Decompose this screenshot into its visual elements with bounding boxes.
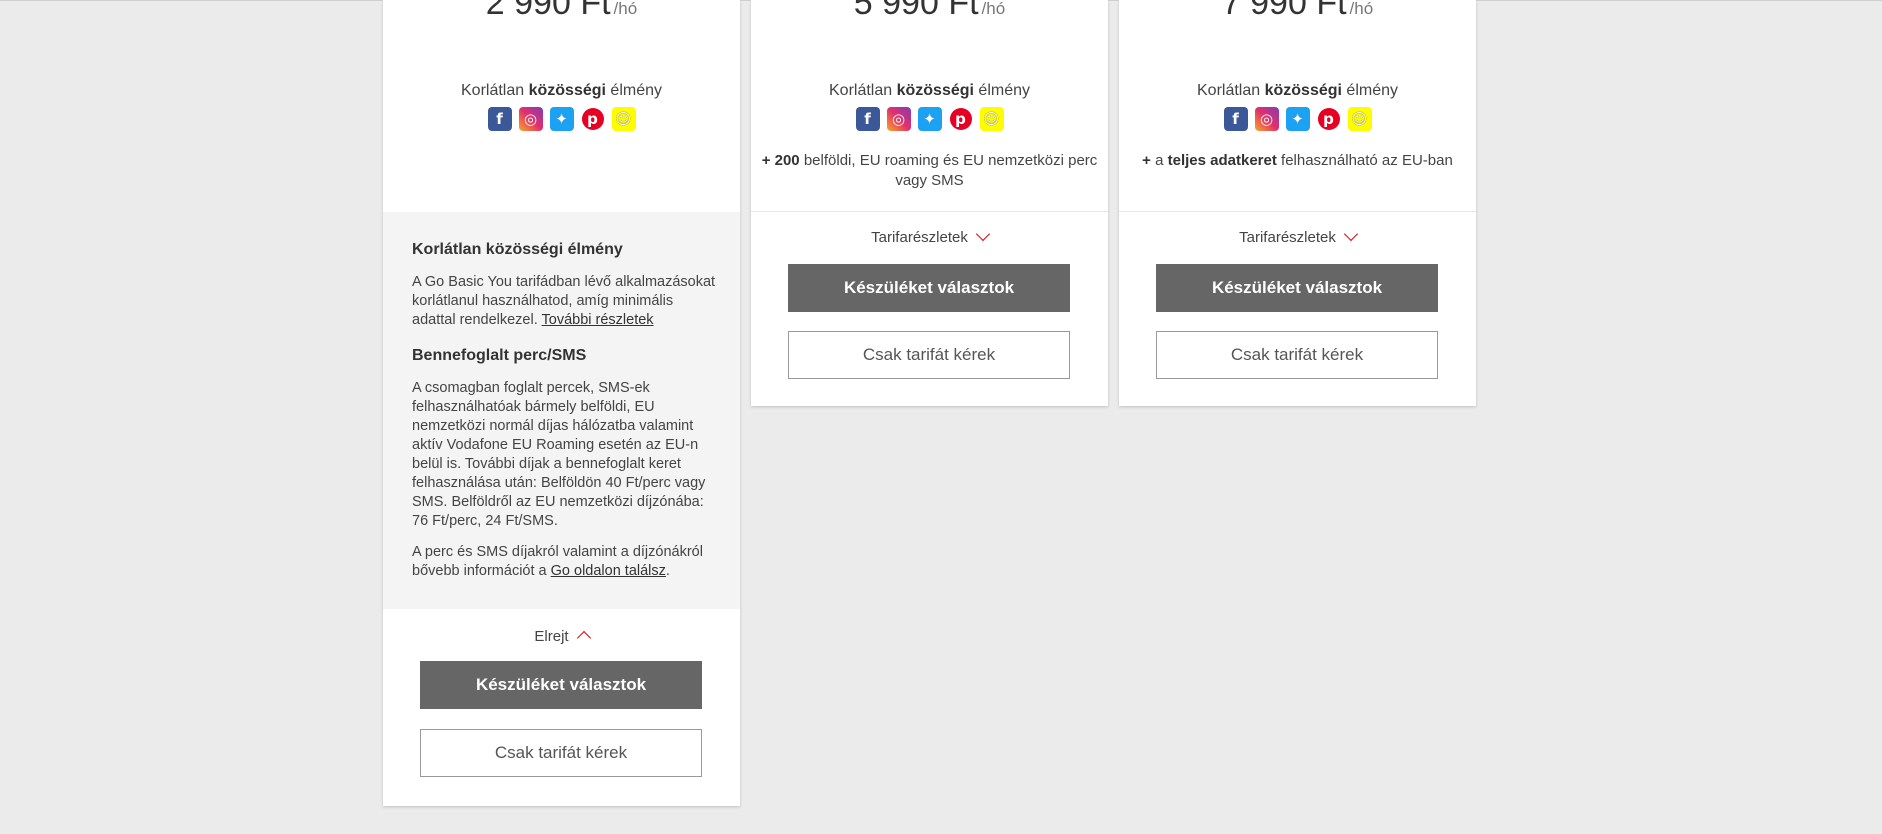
social-bold: közösségi: [528, 82, 606, 99]
instagram-icon: ◎: [1254, 107, 1279, 131]
price-value: 7 990 Ft: [1221, 0, 1347, 22]
details-title-social: Korlátlan közösségi élmény: [412, 241, 623, 258]
social-icons: f ◎ ✦ p ☺: [383, 107, 740, 131]
social-feature-text: Korlátlan közösségi élmény: [751, 82, 1108, 100]
twitter-icon: ✦: [917, 107, 942, 131]
price-value: 5 990 Ft: [853, 0, 979, 22]
social-suffix: élmény: [610, 82, 662, 99]
choose-device-button[interactable]: Készüléket választok: [1156, 264, 1438, 312]
choose-device-button[interactable]: Készüléket választok: [420, 661, 702, 709]
tariff-details-toggle[interactable]: Tarifarészletek: [751, 226, 1108, 246]
social-bold: közösségi: [896, 82, 974, 99]
divider: [751, 211, 1108, 212]
extra-body: belföldi, EU roaming és EU nemzetközi pe…: [803, 152, 1098, 189]
social-prefix: Korlátlan: [829, 82, 893, 99]
snapchat-icon: ☺: [1347, 107, 1372, 131]
chevron-up-icon: [576, 630, 591, 646]
instagram-icon: ◎: [886, 107, 911, 131]
twitter-icon: ✦: [549, 107, 574, 131]
social-prefix: Korlátlan: [461, 82, 525, 99]
instagram-icon: ◎: [518, 107, 543, 131]
details-text-minutes: A csomagban foglalt percek, SMS-ek felha…: [412, 380, 706, 529]
extra-plus: +: [1142, 152, 1151, 169]
tariff-only-button[interactable]: Csak tarifát kérek: [420, 729, 702, 777]
divider: [1119, 211, 1476, 212]
extra-pre: a: [1155, 152, 1164, 169]
twitter-icon: ✦: [1285, 107, 1310, 131]
extra-body: felhasználható az EU-ban: [1281, 152, 1453, 169]
toggle-label: Elrejt: [534, 628, 569, 645]
snapchat-icon: ☺: [979, 107, 1004, 131]
plan-card-go-basic: 2 990 Ft/hó Korlátlan közösségi élmény f…: [383, 0, 740, 806]
details-text-social: A Go Basic You tarifádban lévő alkalmazá…: [412, 273, 717, 330]
plan-card-7990: 7 990 Ft/hó Korlátlan közösségi élmény f…: [1119, 0, 1476, 406]
pinterest-icon: p: [580, 107, 605, 131]
tariff-details-toggle[interactable]: Tarifarészletek: [1119, 226, 1476, 246]
plan-price: 5 990 Ft/hó: [751, 0, 1108, 23]
chevron-down-icon: [1343, 226, 1358, 242]
tariff-details-panel: Korlátlan közösségi élmény A Go Basic Yo…: [383, 212, 740, 609]
plan-price: 2 990 Ft/hó: [383, 0, 740, 23]
social-icons: f ◎ ✦ p ☺: [751, 107, 1108, 131]
price-value: 2 990 Ft: [485, 0, 611, 22]
choose-device-button[interactable]: Készüléket választok: [788, 264, 1070, 312]
social-suffix: élmény: [978, 82, 1030, 99]
price-unit: /hó: [1349, 0, 1374, 18]
plan-card-5990: 5 990 Ft/hó Korlátlan közösségi élmény f…: [751, 0, 1108, 406]
tariff-only-button[interactable]: Csak tarifát kérek: [1156, 331, 1438, 379]
extra-benefit-text: + 200 belföldi, EU roaming és EU nemzetk…: [761, 151, 1098, 191]
extra-benefit-text: + a teljes adatkeret felhasználható az E…: [1129, 151, 1466, 171]
pinterest-icon: p: [1316, 107, 1341, 131]
social-feature-text: Korlátlan közösségi élmény: [1119, 82, 1476, 100]
social-feature-text: Korlátlan közösségi élmény: [383, 82, 740, 100]
plan-price: 7 990 Ft/hó: [1119, 0, 1476, 23]
toggle-label: Tarifarészletek: [871, 229, 968, 246]
price-unit: /hó: [981, 0, 1006, 18]
details-fees-end: .: [665, 563, 670, 579]
chevron-down-icon: [975, 226, 990, 242]
social-suffix: élmény: [1346, 82, 1398, 99]
hide-details-toggle[interactable]: Elrejt: [383, 628, 740, 646]
facebook-icon: f: [1223, 107, 1248, 131]
facebook-icon: f: [487, 107, 512, 131]
more-details-link[interactable]: További részletek: [542, 312, 654, 328]
toggle-label: Tarifarészletek: [1239, 229, 1336, 246]
tariff-only-button[interactable]: Csak tarifát kérek: [788, 331, 1070, 379]
extra-bold: teljes adatkeret: [1167, 152, 1277, 169]
snapchat-icon: ☺: [611, 107, 636, 131]
details-text-fees: A perc és SMS díjakról valamint a díjzón…: [412, 543, 717, 581]
social-bold: közösségi: [1264, 82, 1342, 99]
details-title-minutes: Bennefoglalt perc/SMS: [412, 347, 587, 364]
social-icons: f ◎ ✦ p ☺: [1119, 107, 1476, 131]
go-page-link[interactable]: Go oldalon találsz: [551, 563, 666, 579]
price-unit: /hó: [613, 0, 638, 18]
pinterest-icon: p: [948, 107, 973, 131]
social-prefix: Korlátlan: [1197, 82, 1261, 99]
facebook-icon: f: [855, 107, 880, 131]
extra-bold: + 200: [761, 152, 800, 169]
